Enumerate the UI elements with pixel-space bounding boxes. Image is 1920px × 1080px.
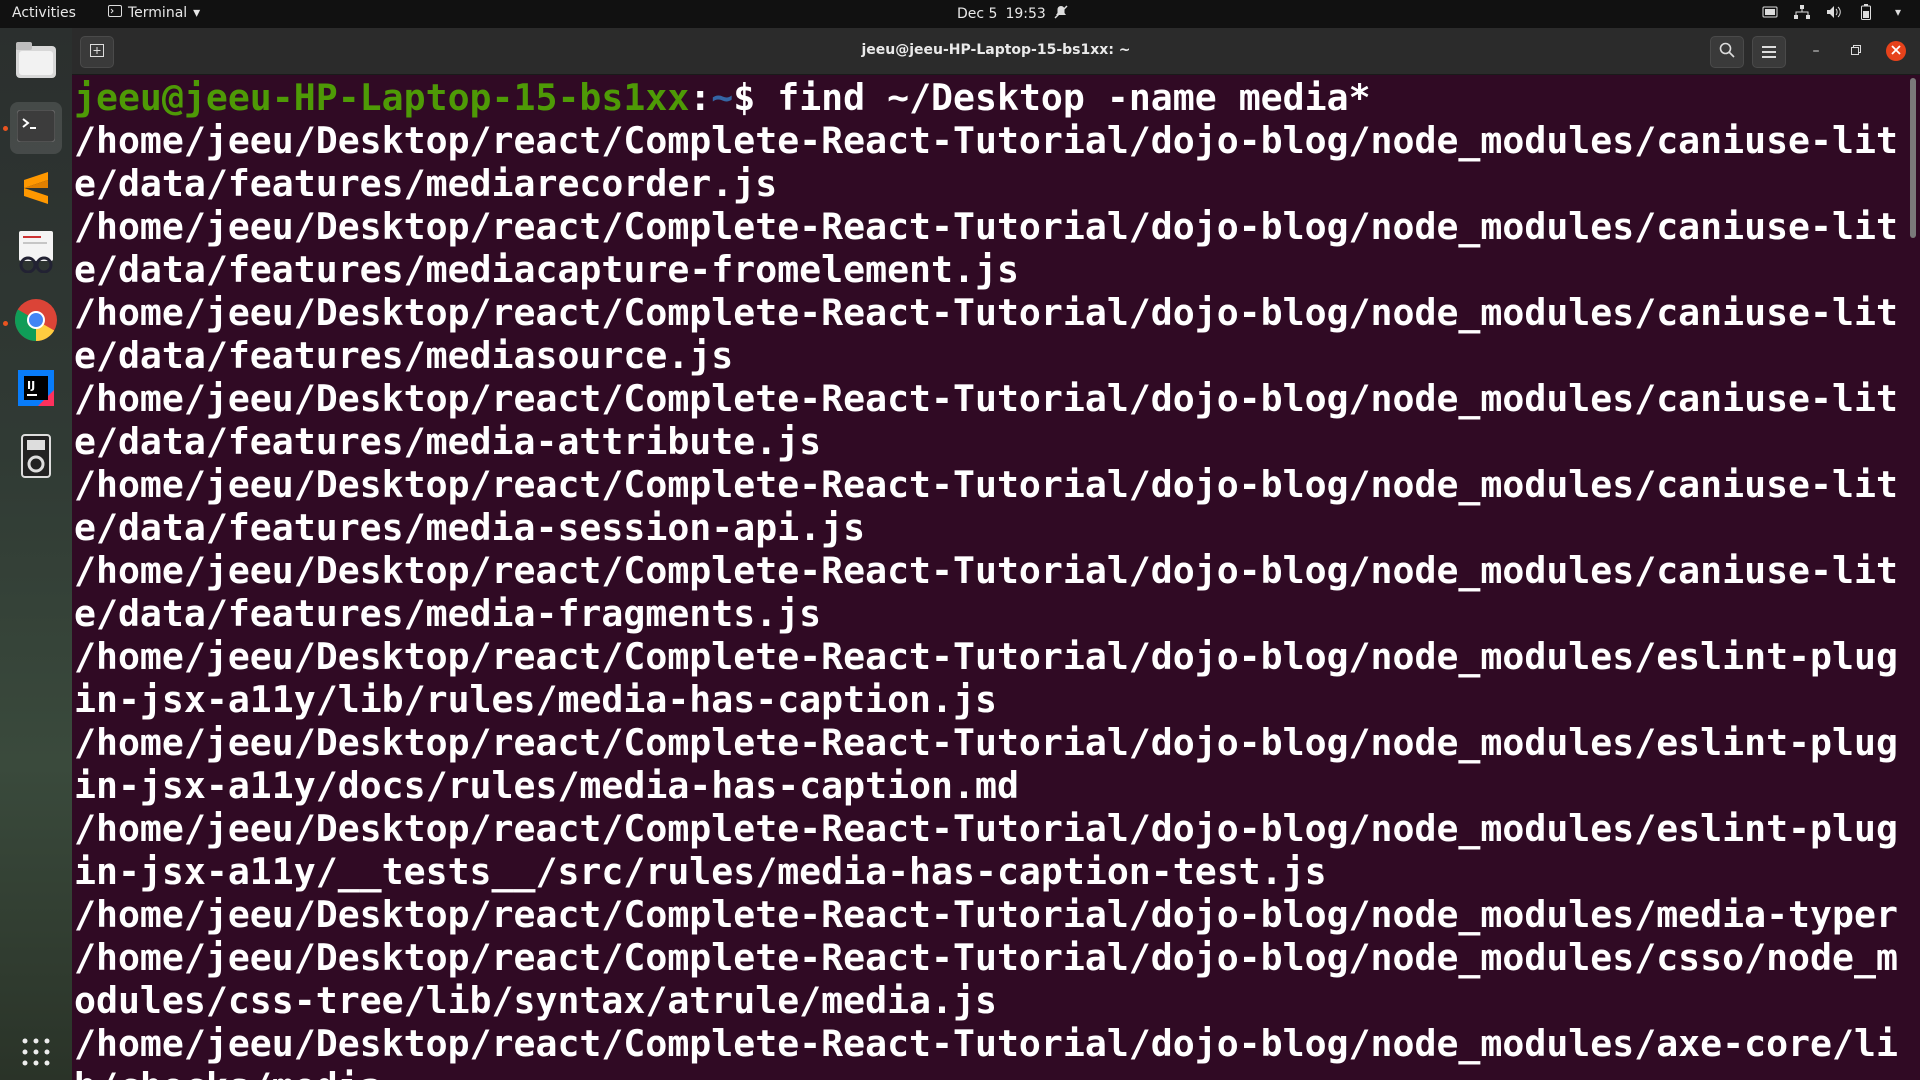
output-line: /home/jeeu/Desktop/react/Complete-React-…: [74, 377, 1898, 420]
output-line: b/checks/media: [74, 1065, 1902, 1080]
output-line: e/data/features/media-attribute.js: [74, 420, 822, 463]
output-line: e/data/features/mediasource.js: [74, 334, 734, 377]
dock-chrome[interactable]: [10, 296, 62, 348]
intellij-icon: IJ: [18, 370, 54, 410]
prompt-dollar: $: [733, 76, 778, 119]
output-line: /home/jeeu/Desktop/react/Complete-React-…: [74, 721, 1898, 764]
window-title: jeeu@jeeu-HP-Laptop-15-bs1xx: ~: [861, 42, 1131, 58]
prompt-user: jeeu@jeeu-HP-Laptop-15-bs1xx: [74, 76, 690, 119]
output-line: /home/jeeu/Desktop/react/Complete-React-…: [74, 291, 1898, 334]
system-tray[interactable]: ▾: [1762, 4, 1906, 20]
dock-terminal[interactable]: [10, 102, 62, 154]
title-bar[interactable]: jeeu@jeeu-HP-Laptop-15-bs1xx: ~ –: [72, 28, 1920, 75]
search-button[interactable]: [1710, 36, 1744, 68]
output-lines: /home/jeeu/Desktop/react/Complete-React-…: [74, 119, 1902, 1080]
output-line: /home/jeeu/Desktop/react/Complete-React-…: [74, 463, 1898, 506]
music-player-icon: [21, 434, 51, 482]
output-line: e/data/features/mediacapture-fromelement…: [74, 248, 1019, 291]
output-line: /home/jeeu/Desktop/react/Complete-React-…: [74, 635, 1898, 678]
clock-date: Dec 5: [957, 6, 998, 22]
activities-button[interactable]: Activities: [12, 5, 76, 21]
system-menu-chevron-icon[interactable]: ▾: [1890, 4, 1906, 20]
output-line: /home/jeeu/Desktop/react/Complete-React-…: [74, 119, 1898, 162]
network-icon[interactable]: [1794, 4, 1810, 20]
output-line: /home/jeeu/Desktop/react/Complete-React-…: [74, 893, 1898, 936]
app-menu[interactable]: Terminal ▾: [108, 5, 200, 21]
screen-icon[interactable]: [1762, 4, 1778, 20]
folder-icon: [16, 42, 56, 82]
output-line: odules/css-tree/lib/syntax/atrule/media.…: [74, 979, 997, 1022]
top-bar: Activities Terminal ▾ Dec 5 19:53 ▾: [0, 0, 1920, 28]
dock-files[interactable]: [10, 36, 62, 88]
chevron-down-icon: ▾: [193, 5, 201, 21]
search-icon: [1719, 42, 1735, 62]
output-line: in-jsx-a11y/__tests__/src/rules/media-ha…: [74, 850, 1327, 893]
prompt-path: ~: [711, 76, 734, 119]
prompt-separator: :: [689, 76, 712, 119]
menu-button[interactable]: [1752, 36, 1786, 68]
terminal-app-icon: [108, 5, 122, 21]
volume-icon[interactable]: [1826, 4, 1842, 20]
battery-icon[interactable]: [1858, 4, 1874, 20]
output-line: e/data/features/media-fragments.js: [74, 592, 822, 635]
dock-document-viewer[interactable]: [10, 228, 62, 280]
output-line: /home/jeeu/Desktop/react/Complete-React-…: [74, 807, 1898, 850]
notifications-off-icon: [1054, 5, 1068, 23]
minimize-icon: –: [1812, 43, 1820, 59]
dock-intellij[interactable]: IJ: [10, 364, 62, 416]
running-indicator: [3, 126, 8, 131]
terminal-icon: [16, 109, 56, 146]
maximize-button[interactable]: [1846, 41, 1866, 61]
clock-time: 19:53: [1005, 6, 1046, 22]
app-menu-label: Terminal: [128, 5, 188, 21]
app-grid-icon: [21, 1037, 51, 1071]
close-icon: [1891, 43, 1901, 59]
output-line: /home/jeeu/Desktop/react/Complete-React-…: [74, 1022, 1898, 1065]
scrollbar[interactable]: [1910, 78, 1916, 238]
command-text: find ~/Desktop -name media*: [777, 76, 1371, 119]
minimize-button[interactable]: –: [1806, 41, 1826, 61]
output-line: in-jsx-a11y/docs/rules/media-has-caption…: [74, 764, 1019, 807]
output-line: e/data/features/mediarecorder.js: [74, 162, 778, 205]
output-line: e/data/features/media-session-api.js: [74, 506, 866, 549]
restore-icon: [1851, 43, 1861, 59]
clock[interactable]: Dec 5 19:53: [957, 5, 1068, 23]
output-line: /home/jeeu/Desktop/react/Complete-React-…: [74, 205, 1898, 248]
running-indicator: [3, 321, 8, 326]
output-line: /home/jeeu/Desktop/react/Complete-React-…: [74, 936, 1898, 979]
svg-text:IJ: IJ: [27, 379, 35, 392]
prompt-line: jeeu@jeeu-HP-Laptop-15-bs1xx:~$ find ~/D…: [74, 76, 1902, 119]
document-viewer-icon: [17, 231, 55, 277]
hamburger-icon: [1762, 43, 1776, 62]
close-button[interactable]: [1886, 41, 1906, 61]
output-line: in-jsx-a11y/lib/rules/media-has-caption.…: [74, 678, 997, 721]
terminal-window: jeeu@jeeu-HP-Laptop-15-bs1xx: ~ – jeeu@j…: [72, 28, 1920, 1080]
dock-sublime-text[interactable]: [10, 164, 62, 216]
output-line: /home/jeeu/Desktop/react/Complete-React-…: [74, 549, 1898, 592]
show-applications-button[interactable]: [10, 1028, 62, 1080]
terminal-output[interactable]: jeeu@jeeu-HP-Laptop-15-bs1xx:~$ find ~/D…: [74, 76, 1902, 1080]
dock-music-player[interactable]: [10, 432, 62, 484]
dock: IJ: [0, 28, 72, 1080]
chrome-icon: [14, 298, 58, 346]
sublime-text-icon: [20, 170, 52, 210]
